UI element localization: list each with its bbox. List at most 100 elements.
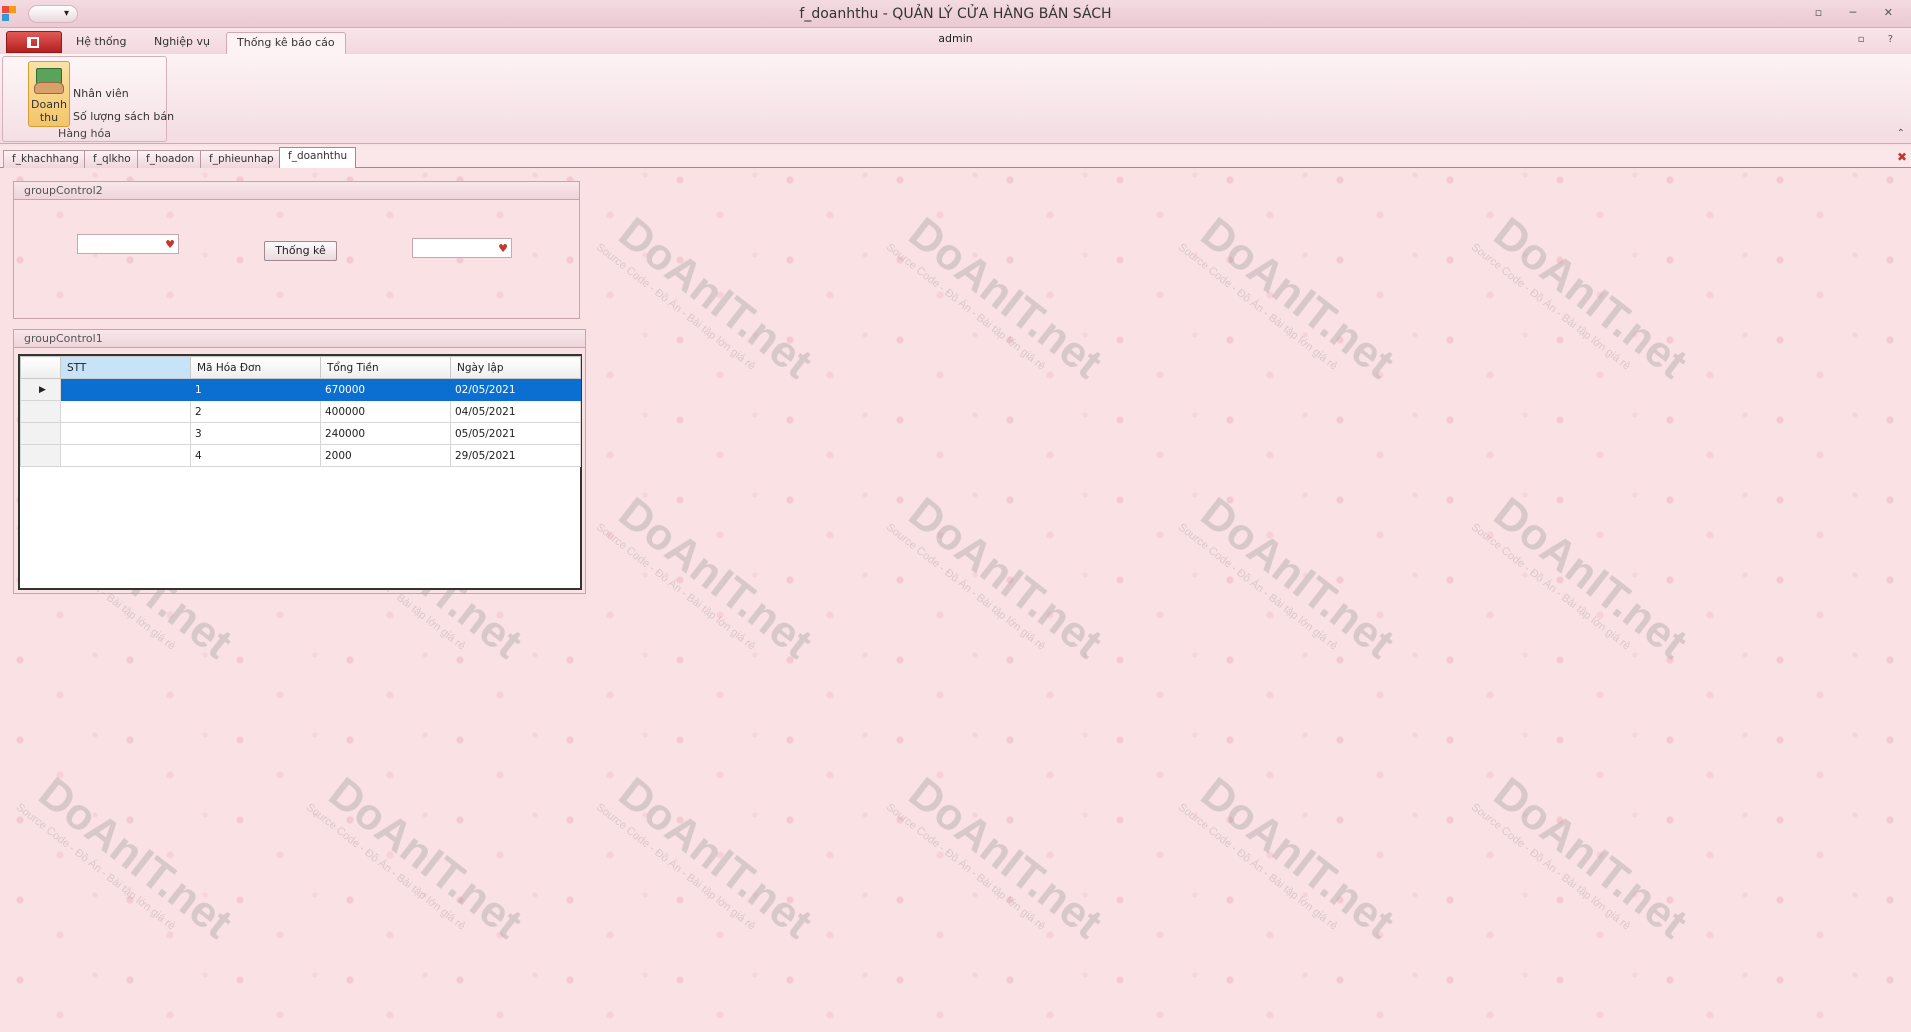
watermark-subtext: Source Code - Đồ Án - Bài tập lớn giá rẻ (593, 241, 758, 373)
watermark-text: DoAnIT.net (1191, 208, 1404, 389)
ribbon-group-hang-hoa: Doanh thu Nhân viên Số lượng sách bán Hà… (2, 56, 174, 142)
content-area: DoAnIT.net Source Code - Đồ Án - Bài tập … (0, 168, 1911, 1032)
application-menu-button[interactable] (6, 31, 62, 53)
watermark-subtext: Source Code - Đồ Án - Bài tập lớn giá rẻ (303, 801, 468, 933)
table-row[interactable]: 4 2000 29/05/2021 (20, 444, 581, 467)
row-indicator-icon: ▶ (20, 378, 61, 401)
watermark-text: DoAnIT.net (609, 488, 822, 669)
watermark-subtext: Source Code - Đồ Án - Bài tập lớn giá rẻ (593, 521, 758, 653)
watermark-subtext: Source Code - Đồ Án - Bài tập lớn giá rẻ (1175, 241, 1340, 373)
nhan-vien-button[interactable]: Nhân viên (73, 87, 129, 100)
watermark-subtext: Source Code - Đồ Án - Bài tập lớn giá rẻ (593, 801, 758, 933)
doanh-thu-label-2: thu (39, 111, 59, 124)
ribbon-group-caption: Hàng hóa (58, 127, 111, 140)
watermark-text: DoAnIT.net (1484, 488, 1697, 669)
document-tab-bar: f_khachhang f_qlkho f_hoadon f_phieunhap… (0, 146, 1911, 168)
watermark-text: DoAnIT.net (1484, 768, 1697, 949)
watermark-subtext: Source Code - Đồ Án - Bài tập lớn giá rẻ (1468, 521, 1633, 653)
cell-tong-tien[interactable]: 670000 (320, 378, 451, 401)
heart-icon: ♥ (498, 242, 508, 255)
watermark: DoAnIT.netSource Code - Đồ Án - Bài tập … (884, 768, 1111, 958)
watermark-subtext: Source Code - Đồ Án - Bài tập lớn giá rẻ (883, 521, 1048, 653)
cell-ngay-lap[interactable]: 05/05/2021 (450, 422, 581, 445)
cell-ma-hoa-don[interactable]: 4 (190, 444, 321, 467)
watermark-text: DoAnIT.net (1191, 768, 1404, 949)
cell-ma-hoa-don[interactable]: 3 (190, 422, 321, 445)
watermark: DoAnIT.netSource Code - Đồ Án - Bài tập … (594, 208, 822, 398)
column-header-ma-hoa-don[interactable]: Mã Hóa Đơn (190, 356, 321, 379)
cell-ngay-lap[interactable]: 29/05/2021 (450, 444, 581, 467)
tab-f-khachhang[interactable]: f_khachhang (3, 150, 88, 168)
watermark: DoAnIT.netSource Code - Đồ Án - Bài tập … (1469, 768, 1697, 958)
doanh-thu-label-1: Doanh (31, 98, 67, 111)
window-title-form: f_doanhthu (799, 6, 879, 22)
app-menu-icon (27, 37, 39, 48)
date-to-combo[interactable]: ♥ (412, 238, 512, 258)
group-control-1: groupControl1 STT Mã Hóa Đơn Tổng Tiền N… (13, 329, 586, 594)
watermark: DoAnIT.netSource Code - Đồ Án - Bài tập … (884, 208, 1112, 398)
group-control-1-caption: groupControl1 (14, 330, 585, 348)
watermark-text: DoAnIT.net (1191, 488, 1404, 669)
so-luong-sach-ban-button[interactable]: Số lượng sách bán (73, 110, 174, 123)
tab-thong-ke-bao-cao[interactable]: Thống kê báo cáo (226, 32, 346, 54)
watermark-subtext: Source Code - Đồ Án - Bài tập lớn giá rẻ (1175, 801, 1340, 933)
window-title-separator: - (878, 6, 893, 22)
watermark-text: DoAnIT.net (899, 488, 1112, 669)
cell-ngay-lap[interactable]: 02/05/2021 (450, 378, 581, 401)
watermark-subtext: Source Code - Đồ Án - Bài tập lớn giá rẻ (1175, 521, 1340, 653)
watermark-text: DoAnIT.net (609, 208, 822, 389)
watermark: DoAnIT.netSource Code - Đồ Án - Bài tập … (594, 488, 822, 678)
ribbon-collapse-icon[interactable]: ⌃ (1897, 128, 1905, 139)
watermark-text: DoAnIT.net (319, 768, 532, 949)
cell-tong-tien[interactable]: 2000 (320, 444, 451, 467)
cell-ngay-lap[interactable]: 04/05/2021 (450, 400, 581, 423)
column-header-stt[interactable]: STT (60, 356, 191, 379)
watermark: DoAnIT.netSource Code - Đồ Án - Bài tập … (1469, 208, 1696, 398)
group-control-2-caption: groupControl2 (14, 182, 579, 200)
column-header-tong-tien[interactable]: Tổng Tiền (320, 356, 451, 379)
cell-tong-tien[interactable]: 240000 (320, 422, 451, 445)
row-indicator (20, 422, 61, 445)
revenue-grid[interactable]: STT Mã Hóa Đơn Tổng Tiền Ngày lập ▶ 1 67… (18, 354, 582, 590)
title-bar: ▾ f_doanhthu - QUẢN LÝ CỬA HÀNG BÁN SÁCH… (0, 0, 1911, 28)
watermark-subtext: Source Code - Đồ Án - Bài tập lớn giá rẻ (883, 241, 1048, 373)
revenue-table: STT Mã Hóa Đơn Tổng Tiền Ngày lập ▶ 1 67… (20, 356, 581, 467)
heart-icon: ♥ (165, 238, 175, 251)
row-indicator-header (20, 356, 61, 379)
cell-stt[interactable] (60, 378, 191, 401)
thong-ke-button[interactable]: Thống kê (264, 241, 337, 261)
window-title-app: QUẢN LÝ CỬA HÀNG BÁN SÁCH (892, 6, 1112, 22)
help-icons[interactable]: ▫ ? (1858, 34, 1903, 45)
table-header-row: STT Mã Hóa Đơn Tổng Tiền Ngày lập (20, 356, 581, 379)
tab-f-qlkho[interactable]: f_qlkho (84, 150, 140, 168)
watermark: DoAnIT.netSource Code - Đồ Án - Bài tập … (1176, 768, 1404, 958)
row-indicator (20, 444, 61, 467)
tab-nghiep-vu[interactable]: Nghiệp vụ (144, 32, 220, 54)
ribbon-panel: Doanh thu Nhân viên Số lượng sách bán Hà… (0, 54, 1911, 144)
doanh-thu-button[interactable]: Doanh thu (28, 61, 70, 127)
watermark-text: DoAnIT.net (899, 208, 1112, 389)
group-control-2: groupControl2 ♥ Thống kê ♥ (13, 181, 580, 319)
table-row[interactable]: 3 240000 05/05/2021 (20, 422, 581, 445)
column-header-ngay-lap[interactable]: Ngày lập (450, 356, 581, 379)
watermark-text: DoAnIT.net (609, 768, 822, 949)
watermark-subtext: Source Code - Đồ Án - Bài tập lớn giá rẻ (13, 801, 178, 933)
table-row[interactable]: 2 400000 04/05/2021 (20, 400, 581, 423)
cell-stt[interactable] (60, 444, 191, 467)
cell-ma-hoa-don[interactable]: 1 (190, 378, 321, 401)
close-document-icon[interactable]: ✖ (1897, 150, 1907, 164)
watermark-subtext: Source Code - Đồ Án - Bài tập lớn giá rẻ (1468, 801, 1633, 933)
tab-he-thong[interactable]: Hệ thống (66, 32, 137, 54)
tab-f-phieunhap[interactable]: f_phieunhap (200, 150, 283, 168)
window-controls[interactable]: ▫ ─ ✕ (1815, 6, 1905, 19)
tab-f-hoadon[interactable]: f_hoadon (137, 150, 204, 168)
cell-stt[interactable] (60, 400, 191, 423)
date-from-combo[interactable]: ♥ (77, 234, 179, 254)
table-row[interactable]: ▶ 1 670000 02/05/2021 (20, 378, 581, 401)
cell-tong-tien[interactable]: 400000 (320, 400, 451, 423)
watermark-text: DoAnIT.net (29, 768, 242, 949)
cell-stt[interactable] (60, 422, 191, 445)
tab-f-doanhthu[interactable]: f_doanhthu (279, 147, 357, 168)
cell-ma-hoa-don[interactable]: 2 (190, 400, 321, 423)
watermark-subtext: Source Code - Đồ Án - Bài tập lớn giá rẻ (1468, 241, 1633, 373)
